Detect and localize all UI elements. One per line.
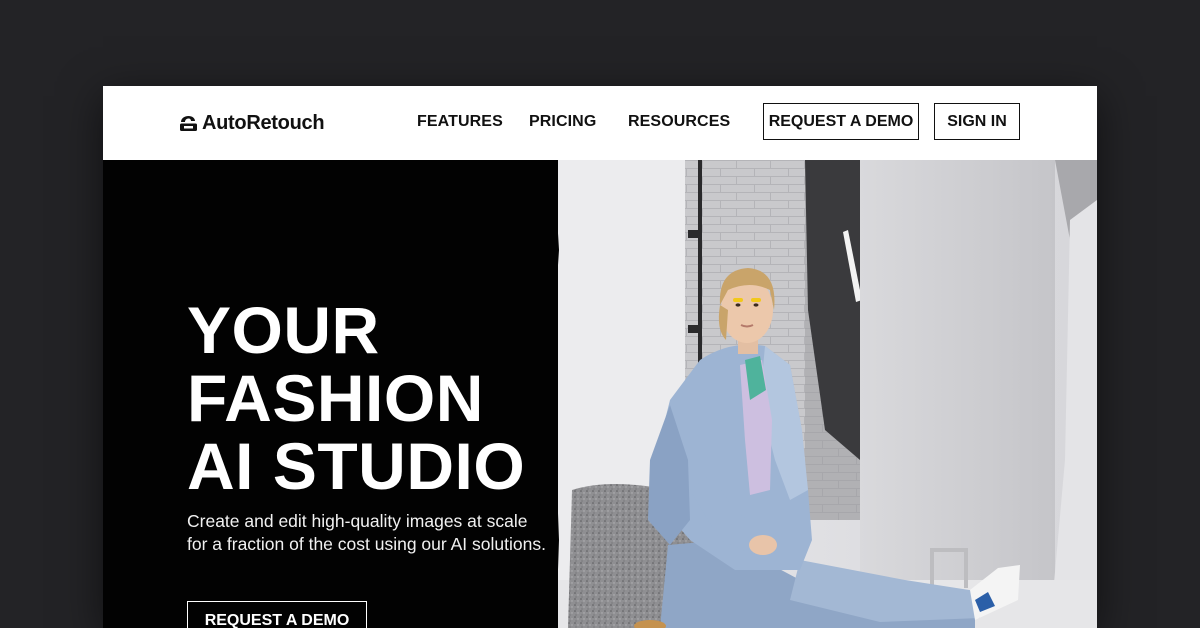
hero-image	[550, 160, 1097, 628]
headline-line-1: YOUR	[187, 293, 380, 367]
brand-name: AutoRetouch	[202, 111, 325, 134]
browser-frame: AutoRetouch FEATURES PRICING RESOURCES R…	[103, 86, 1097, 628]
fashion-model-photo	[550, 160, 1097, 628]
hero-headline: YOUR FASHION AI STUDIO	[187, 296, 525, 500]
hero-text-panel: YOUR FASHION AI STUDIO Create and edit h…	[103, 160, 558, 628]
brand-logo[interactable]: AutoRetouch	[179, 110, 325, 136]
subtext-line-1: Create and edit high-quality images at s…	[187, 511, 528, 531]
nav-link-pricing[interactable]: PRICING	[529, 113, 596, 131]
headline-line-2: FASHION	[187, 361, 484, 435]
nav-link-features[interactable]: FEATURES	[417, 113, 503, 131]
top-navigation: AutoRetouch FEATURES PRICING RESOURCES R…	[103, 86, 1097, 160]
subtext-line-2: for a fraction of the cost using our AI …	[187, 534, 546, 554]
sign-in-button[interactable]: SIGN IN	[934, 103, 1020, 140]
nav-link-resources[interactable]: RESOURCES	[628, 113, 730, 131]
autoretouch-logo-icon	[180, 115, 197, 131]
hero-subtext: Create and edit high-quality images at s…	[187, 510, 567, 556]
hero-section: YOUR FASHION AI STUDIO Create and edit h…	[103, 160, 1097, 628]
request-demo-button[interactable]: REQUEST A DEMO	[763, 103, 919, 140]
hero-request-demo-button[interactable]: REQUEST A DEMO	[187, 601, 367, 628]
headline-line-3: AI STUDIO	[187, 429, 526, 503]
